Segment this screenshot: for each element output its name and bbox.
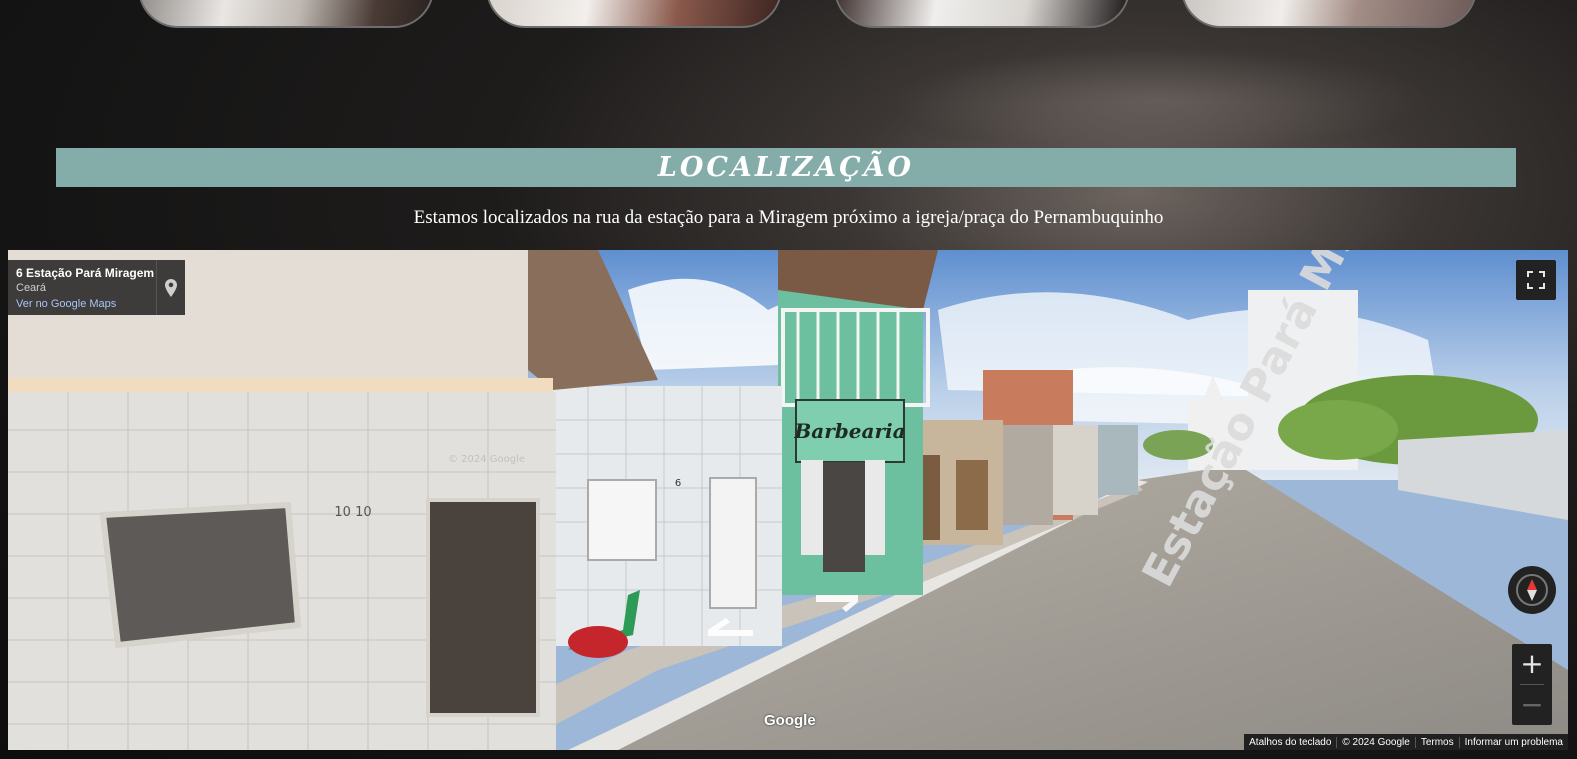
place-region: Ceará: [16, 282, 46, 294]
street-view-embed[interactable]: Barbearia 6 10 10 Estação Pará © 2024 Go…: [8, 250, 1568, 750]
house-number-left: 10 10: [334, 505, 371, 520]
gallery-thumbnail-3[interactable]: [834, 0, 1130, 28]
google-logo: Google: [764, 712, 816, 729]
map-footer: Atalhos do teclado © 2024 Google Termos …: [1244, 734, 1568, 750]
map-pin-icon[interactable]: [156, 260, 185, 315]
zoom-out-button[interactable]: −: [1512, 685, 1552, 725]
zoom-in-button[interactable]: +: [1512, 644, 1552, 684]
view-on-google-maps-link[interactable]: Ver no Google Maps: [16, 298, 116, 310]
house-number-mid: 6: [675, 478, 681, 489]
section-header: LOCALIZAÇÃO: [56, 148, 1516, 187]
report-problem-link[interactable]: Informar um problema: [1458, 736, 1568, 748]
barbershop-sign: Barbearia: [793, 419, 905, 443]
gallery-thumbnail-2[interactable]: [486, 0, 782, 28]
terms-link[interactable]: Termos: [1414, 736, 1459, 748]
place-name: 6 Estação Pará Miragem: [16, 266, 155, 280]
location-description: Estamos localizados na rua da estação pa…: [413, 207, 1164, 228]
fullscreen-icon[interactable]: [1516, 260, 1556, 300]
gallery-thumbnail-4[interactable]: [1181, 0, 1477, 28]
imagery-watermark: © 2024 Google: [448, 454, 525, 465]
map-copyright: © 2024 Google: [1336, 736, 1414, 748]
place-info-card: 6 Estação Pará Miragem Ceará Ver no Goog…: [8, 260, 185, 315]
gallery-thumbnail-1[interactable]: [138, 0, 434, 28]
zoom-controls: + −: [1512, 644, 1552, 725]
keyboard-shortcuts-link[interactable]: Atalhos do teclado: [1244, 737, 1336, 748]
street-view-scene[interactable]: Barbearia 6 10 10 Estação Pará © 2024 Go…: [8, 250, 1568, 750]
compass-icon[interactable]: [1508, 566, 1556, 614]
section-title: LOCALIZAÇÃO: [657, 152, 915, 183]
